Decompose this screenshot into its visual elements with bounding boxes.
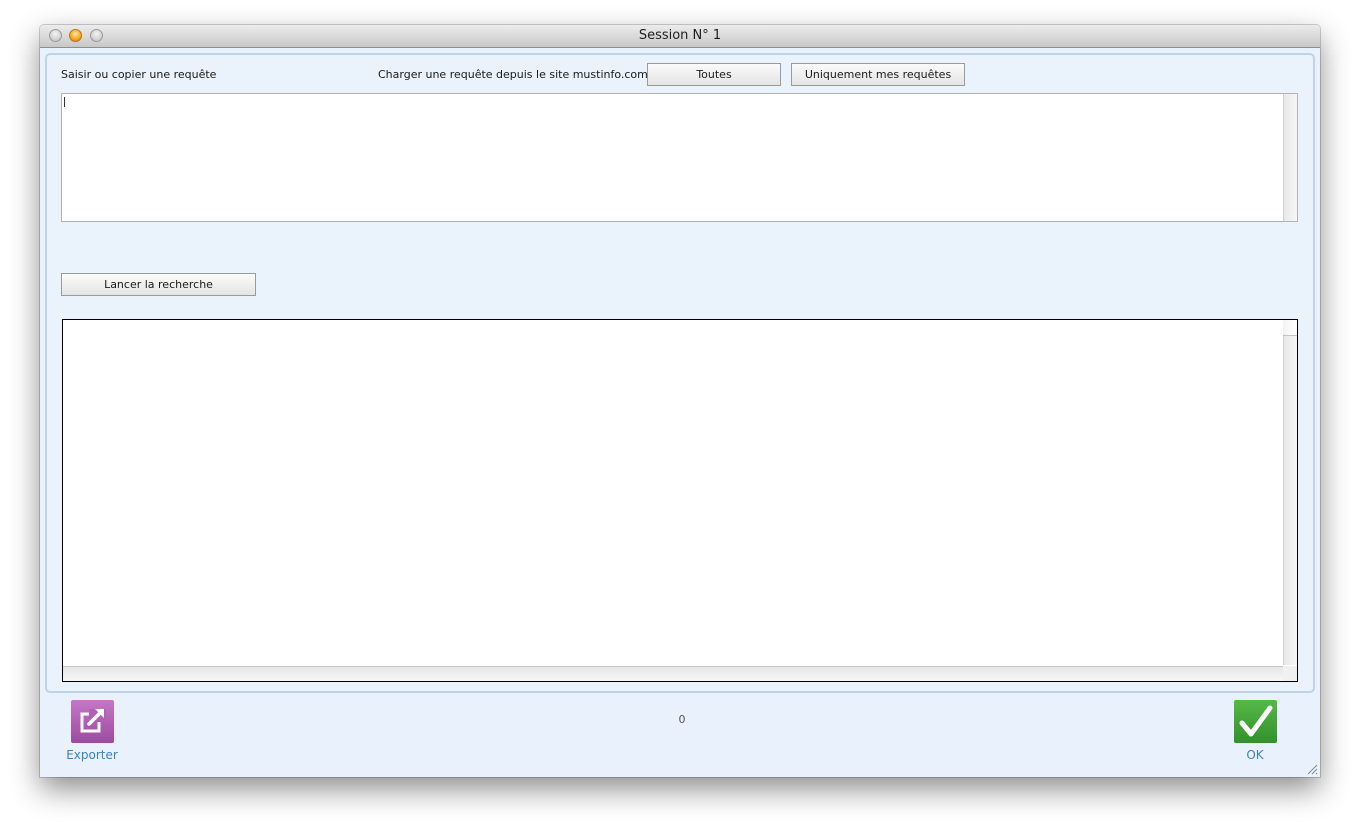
text-caret bbox=[64, 97, 65, 107]
export-button[interactable]: Exporter bbox=[62, 700, 122, 762]
ok-button[interactable]: OK bbox=[1230, 700, 1280, 762]
results-area[interactable] bbox=[62, 319, 1298, 682]
query-scrollbar[interactable] bbox=[1283, 94, 1297, 221]
export-icon[interactable] bbox=[70, 700, 114, 743]
ok-label: OK bbox=[1246, 748, 1264, 762]
resize-grip-icon[interactable] bbox=[1307, 764, 1318, 775]
scrollbar-corner bbox=[1283, 666, 1297, 681]
query-label: Saisir ou copier une requête bbox=[61, 68, 217, 81]
session-window: Session N° 1 Saisir ou copier une requêt… bbox=[40, 25, 1320, 777]
title-bar[interactable]: Session N° 1 bbox=[40, 25, 1320, 48]
launch-search-button[interactable]: Lancer la recherche bbox=[61, 273, 256, 296]
query-panel: Saisir ou copier une requête Charger une… bbox=[45, 53, 1315, 693]
checkmark-icon[interactable] bbox=[1233, 700, 1277, 743]
results-vertical-scrollbar[interactable] bbox=[1283, 320, 1297, 665]
window-title: Session N° 1 bbox=[638, 28, 722, 43]
query-textarea[interactable] bbox=[61, 93, 1298, 222]
results-horizontal-scrollbar[interactable] bbox=[63, 666, 1283, 681]
export-label: Exporter bbox=[66, 748, 118, 762]
result-count: 0 bbox=[678, 713, 686, 726]
all-queries-button[interactable]: Toutes bbox=[647, 63, 781, 86]
my-queries-button[interactable]: Uniquement mes requêtes bbox=[791, 63, 965, 86]
results-scroll-thumb[interactable] bbox=[1283, 320, 1297, 336]
load-query-label: Charger une requête depuis le site musti… bbox=[378, 68, 656, 81]
